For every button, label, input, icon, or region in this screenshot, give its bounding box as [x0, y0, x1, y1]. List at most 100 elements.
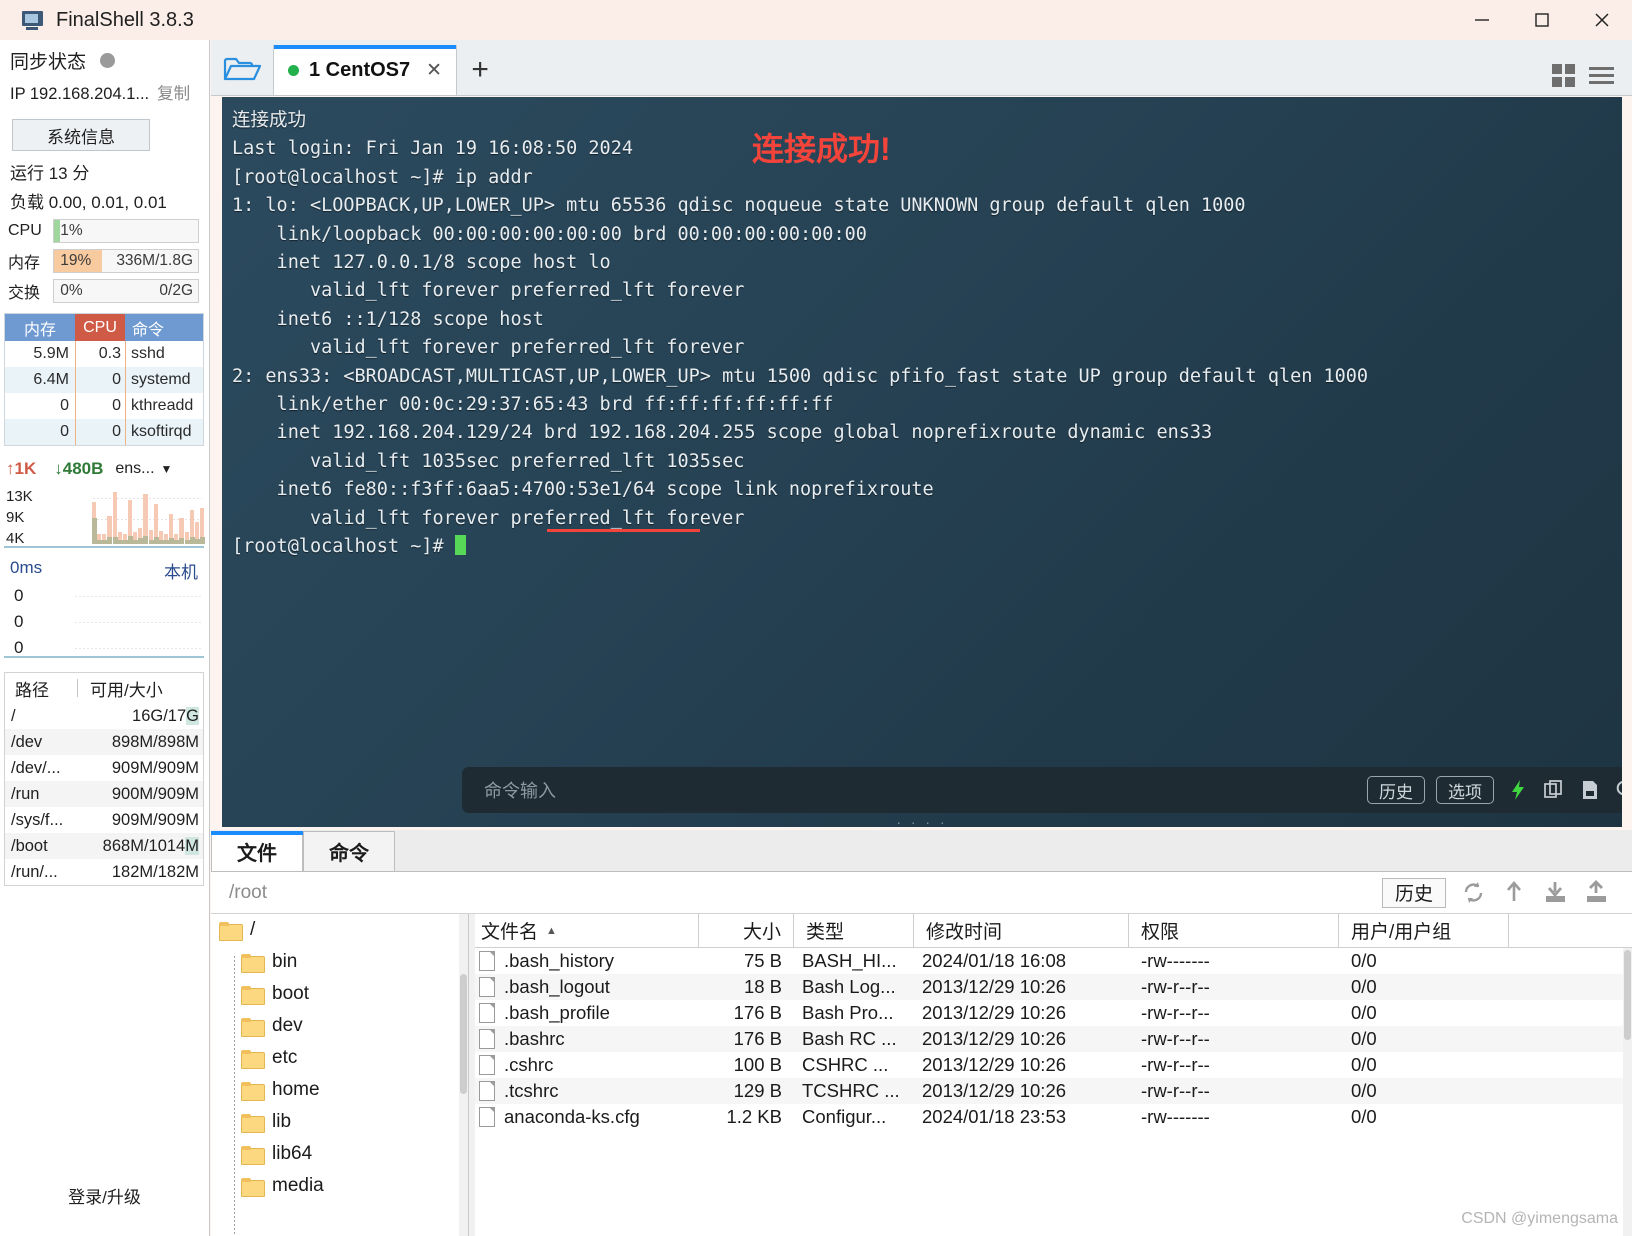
new-tab-button[interactable]: + — [457, 45, 503, 95]
command-input-bar[interactable]: 命令输入 历史 选项 — [462, 767, 1622, 813]
tree-node-boot[interactable]: boot — [211, 978, 468, 1010]
table-row[interactable]: .bash_profile 176 B Bash Pro... 2013/12/29 … — [469, 1000, 1632, 1026]
file-mtime: 2013/12/29 10:26 — [922, 1080, 1067, 1101]
table-row[interactable]: .cshrc 100 B CSHRC ... 2013/12/29 10:26 -rw-… — [469, 1052, 1632, 1078]
file-name: .bashrc — [504, 1028, 565, 1049]
bottom-tab-命令[interactable]: 命令 — [303, 831, 395, 871]
file-name: .cshrc — [504, 1054, 554, 1075]
tab-centos7[interactable]: 1 CentOS7 ✕ — [273, 45, 458, 95]
current-path[interactable]: /root — [229, 882, 267, 904]
ip-row: IP 192.168.204.1... 复制 — [0, 80, 209, 114]
disk-usage: 182M/182M — [111, 862, 199, 881]
process-cmd: sshd — [125, 341, 203, 367]
copy-ip-link[interactable]: 复制 — [157, 80, 190, 104]
file-column-header[interactable]: 类型 — [794, 914, 914, 947]
file-column-header[interactable]: 修改时间 — [914, 914, 1129, 947]
ping-value-label: 0ms — [10, 558, 43, 577]
disk-row[interactable]: /dev/... 909M/909M — [5, 755, 203, 781]
table-row[interactable]: .bashrc 176 B Bash RC ... 2013/12/29 10:26 -… — [469, 1026, 1632, 1052]
file-column-header[interactable]: 大小 — [699, 914, 794, 947]
system-info-button[interactable]: 系统信息 — [12, 119, 150, 151]
lightning-icon[interactable] — [1505, 778, 1530, 803]
upload-file-icon[interactable] — [1583, 879, 1610, 906]
col-mem[interactable]: 内存 — [5, 314, 75, 341]
left-sidebar: 同步状态 IP 192.168.204.1... 复制 系统信息 运行 13 分… — [0, 40, 210, 1236]
file-size: 176 B — [733, 1002, 782, 1023]
upload-arrow-icon[interactable] — [1501, 879, 1528, 906]
terminal-line: inet6 ::1/128 scope host — [232, 308, 544, 330]
file-column-header[interactable]: 文件名 ▲ — [469, 914, 699, 947]
tree-node-home[interactable]: home — [211, 1074, 468, 1106]
folder-icon — [241, 1113, 265, 1133]
file-mtime: 2024/01/18 16:08 — [922, 950, 1067, 971]
tree-node-label: lib64 — [272, 1143, 313, 1164]
table-row[interactable]: .bash_history 75 B BASH_HI... 2024/01/18 16… — [469, 948, 1632, 974]
file-mtime: 2013/12/29 10:26 — [922, 976, 1067, 997]
tree-node-etc[interactable]: etc — [211, 1042, 468, 1074]
disk-row[interactable]: /run 900M/909M — [5, 781, 203, 807]
file-history-button[interactable]: 历史 — [1381, 877, 1446, 908]
terminal-options-button[interactable]: 选项 — [1436, 776, 1494, 804]
disk-usage-table: 路径 可用/大小 / 16G/17G/dev 898M/898M/dev/... 90… — [4, 672, 204, 886]
disk-row[interactable]: /boot 868M/1014M — [5, 833, 203, 859]
download-file-icon[interactable] — [1542, 879, 1569, 906]
maximize-button[interactable] — [1512, 0, 1572, 40]
disk-row[interactable]: /run/... 182M/182M — [5, 859, 203, 885]
panel-resize-grip[interactable]: · · · · — [222, 814, 1622, 827]
tree-node-lib[interactable]: lib — [211, 1106, 468, 1138]
window-title: FinalShell 3.8.3 — [56, 8, 194, 31]
tree-scrollbar[interactable] — [459, 914, 468, 1236]
process-row[interactable]: 5.9M 0.3 sshd — [5, 341, 203, 367]
minimize-button[interactable] — [1452, 0, 1512, 40]
grid-view-icon[interactable] — [1552, 64, 1575, 87]
tree-node-/[interactable]: / — [211, 914, 468, 946]
copy-icon[interactable] — [1541, 778, 1566, 803]
refresh-icon[interactable] — [1460, 879, 1487, 906]
table-row[interactable]: .tcshrc 129 B TCSHRC ... 2013/12/29 10:26 -r… — [469, 1078, 1632, 1104]
disk-row[interactable]: / 16G/17G — [5, 703, 203, 729]
meter-percent: 1% — [60, 222, 83, 239]
file-icon — [479, 1081, 495, 1101]
tree-node-dev[interactable]: dev — [211, 1010, 468, 1042]
process-mem: 0 — [60, 423, 69, 440]
terminal-history-button[interactable]: 历史 — [1367, 776, 1425, 804]
close-icon[interactable]: ✕ — [426, 59, 442, 82]
close-button[interactable] — [1572, 0, 1632, 40]
search-icon[interactable] — [1613, 778, 1622, 803]
col-cpu[interactable]: CPU — [75, 314, 125, 341]
network-interface-label[interactable]: ens... — [115, 460, 154, 478]
process-row[interactable]: 0 0 ksoftirqd — [5, 419, 203, 445]
file-column-header[interactable]: 用户/用户组 — [1339, 914, 1509, 947]
process-row[interactable]: 0 0 kthreadd — [5, 393, 203, 419]
process-row[interactable]: 6.4M 0 systemd — [5, 367, 203, 393]
disk-row[interactable]: /dev 898M/898M — [5, 729, 203, 755]
file-list-scrollbar[interactable] — [1623, 948, 1632, 1236]
terminal-line: link/loopback 00:00:00:00:00:00 brd 00:0… — [232, 223, 867, 245]
disk-row[interactable]: /sys/f... 909M/909M — [5, 807, 203, 833]
chevron-down-icon[interactable]: ▼ — [161, 462, 173, 476]
bottom-tab-文件[interactable]: 文件 — [211, 831, 303, 871]
tree-node-media[interactable]: media — [211, 1170, 468, 1202]
table-row[interactable]: anaconda-ks.cfg 1.2 KB Configur... 2024/01/… — [469, 1104, 1632, 1130]
hamburger-menu-icon[interactable] — [1589, 67, 1614, 84]
disk-path: /dev — [11, 732, 43, 751]
open-folder-icon[interactable] — [211, 43, 273, 95]
login-upgrade-link[interactable]: 登录/升级 — [0, 1183, 209, 1208]
sync-status-indicator — [100, 52, 116, 68]
tree-node-lib64[interactable]: lib64 — [211, 1138, 468, 1170]
file-owner: 0/0 — [1351, 1080, 1377, 1101]
file-type: Configur... — [802, 1106, 887, 1127]
process-cpu: 0.3 — [75, 341, 125, 367]
table-row[interactable]: .bash_logout 18 B Bash Log... 2013/12/29 10… — [469, 974, 1632, 1000]
terminal-panel[interactable]: 连接成功 Last login: Fri Jan 19 16:08:50 2024… — [222, 97, 1622, 827]
meter-label: 交换 — [8, 285, 41, 302]
terminal-line: inet6 fe80::f3ff:6aa5:4700:53e1/64 scope… — [232, 479, 934, 501]
file-size: 129 B — [733, 1080, 782, 1101]
file-column-header[interactable]: 权限 — [1129, 914, 1339, 947]
col-cmd[interactable]: 命令 — [125, 314, 203, 341]
paste-icon[interactable] — [1577, 778, 1602, 803]
meter-label: 内存 — [8, 255, 41, 272]
ping-tick-0: 0 — [14, 586, 24, 605]
tree-node-bin[interactable]: bin — [211, 946, 468, 978]
file-owner: 0/0 — [1351, 1054, 1377, 1075]
